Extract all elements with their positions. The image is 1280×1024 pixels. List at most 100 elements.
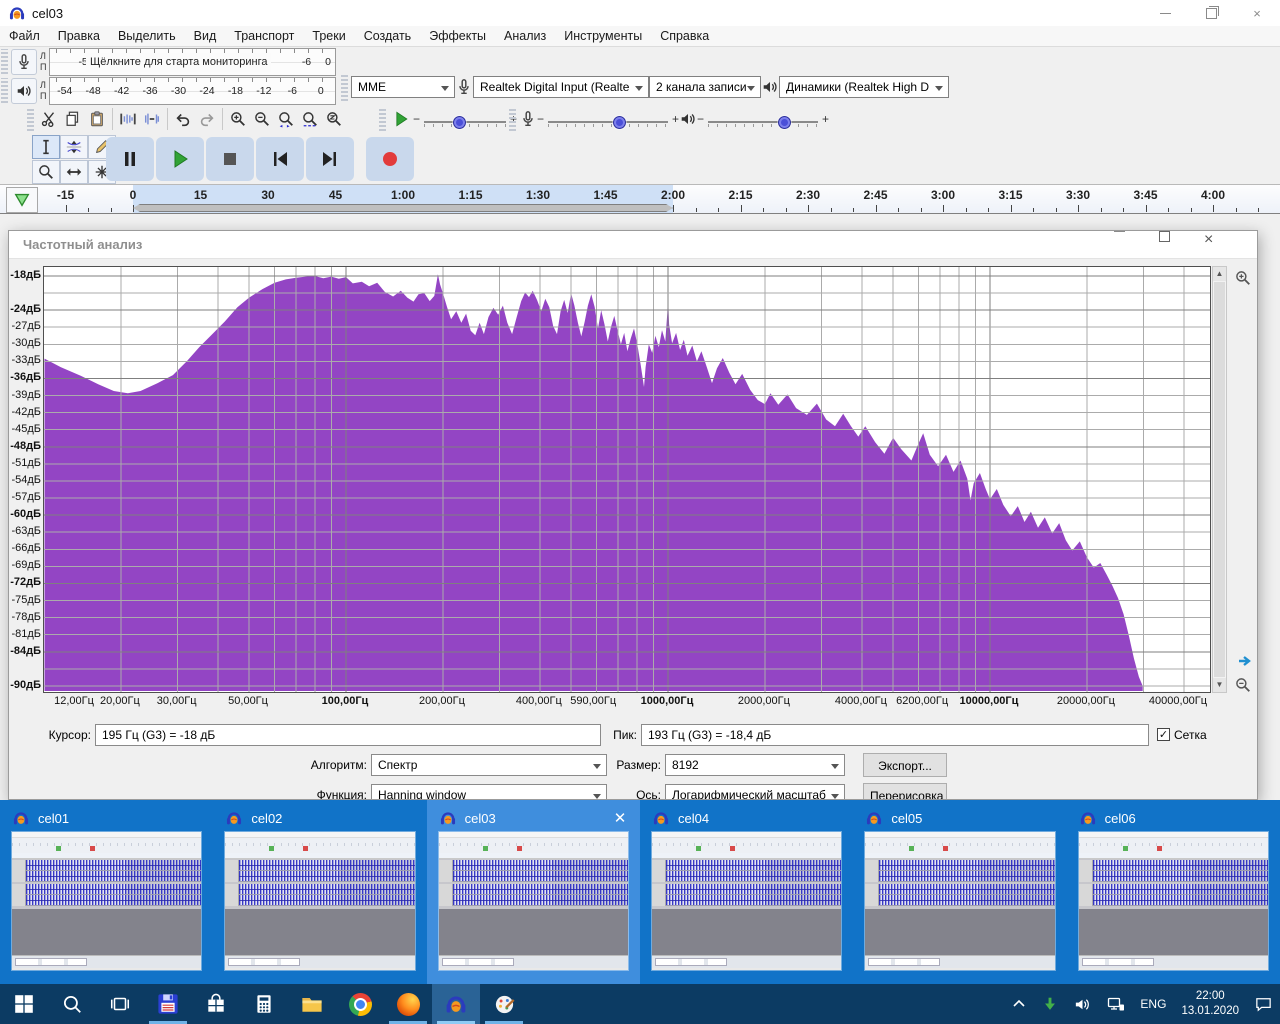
zoom-out-button[interactable] [250,107,274,131]
zoom-in-button[interactable] [226,107,250,131]
menu-item-справка[interactable]: Справка [651,27,718,45]
taskbar-audacity-button[interactable] [432,984,480,1024]
toolbar-grabber[interactable] [341,73,348,101]
time-shift-tool-button[interactable] [60,160,88,184]
recording-channels-select[interactable]: 2 канала записи [649,76,761,98]
window-preview-cel04[interactable]: cel04 [640,800,853,984]
replot-button[interactable]: Перерисовка [863,783,947,800]
selection-tool-button[interactable] [32,135,60,159]
window-preview-thumbnail[interactable] [225,832,414,970]
paste-button[interactable] [85,107,109,131]
close-button[interactable]: × [1234,0,1280,26]
magnifier-minus-icon[interactable] [1233,675,1253,695]
window-preview-thumbnail[interactable] [1079,832,1268,970]
taskbar-floppy-app-button[interactable] [144,984,192,1024]
menu-item-создать[interactable]: Создать [355,27,421,45]
taskbar-store-button[interactable] [192,984,240,1024]
scroll-up-icon[interactable]: ▲ [1213,267,1226,281]
magnifier-plus-icon[interactable] [1233,268,1253,288]
cursor-value-field[interactable]: 195 Гц (G3) = -18 дБ [95,724,601,746]
export-button[interactable]: Экспорт... [863,753,947,777]
copy-button[interactable] [61,107,85,131]
playback-volume-slider[interactable]: −+ [697,112,829,126]
stop-button[interactable] [206,137,254,181]
toolbar-grabber[interactable] [1,78,8,103]
window-preview-thumbnail[interactable] [865,832,1054,970]
restore-button[interactable] [1188,0,1234,26]
window-preview-cel05[interactable]: cel05 [853,800,1066,984]
menu-item-выделить[interactable]: Выделить [109,27,185,45]
slider-thumb[interactable] [453,116,466,129]
menu-item-правка[interactable]: Правка [49,27,109,45]
zoom-selection-button[interactable] [274,107,298,131]
timeline-ruler[interactable]: -1501530451:001:151:301:452:002:152:302:… [0,185,1280,214]
window-preview-thumbnail[interactable] [12,832,201,970]
scroll-down-icon[interactable]: ▼ [1213,678,1226,692]
pause-button[interactable] [106,137,154,181]
taskbar-explorer-button[interactable] [288,984,336,1024]
slider-thumb[interactable] [613,116,626,129]
language-indicator[interactable]: ENG [1133,984,1173,1024]
recording-meter[interactable]: -54Щёлкните для старта мониторинга-60 [49,48,336,76]
playback-device-select[interactable]: Динамики (Realtek High D [779,76,949,98]
play-speed-slider[interactable]: −+ [413,112,517,126]
zoom-tool-button[interactable] [32,160,60,184]
record-button[interactable] [366,137,414,181]
slider-thumb[interactable] [778,116,791,129]
toolbar-grabber[interactable] [509,107,516,131]
axis-select[interactable]: Логарифмический масштаб [665,784,845,800]
size-select[interactable]: 8192 [665,754,845,776]
toolbar-grabber[interactable] [379,107,386,131]
playback-meter-toolbar[interactable]: ЛП-54-48-42-36-30-24-18-12-60 [0,76,336,105]
menu-item-инструменты[interactable]: Инструменты [555,27,651,45]
taskbar-search-button[interactable] [48,984,96,1024]
scrollbar-thumb[interactable] [1214,282,1225,677]
window-preview-cel01[interactable]: cel01 [0,800,213,984]
preview-close-button[interactable]: ✕ [610,809,630,827]
maximize-button[interactable] [1159,231,1204,259]
window-preview-thumbnail[interactable] [439,832,628,970]
playback-meter[interactable]: -54-48-42-36-30-24-18-12-60 [49,77,336,105]
skip-to-end-button[interactable] [306,137,354,181]
zoom-toggle-button[interactable] [322,107,346,131]
quick-play-region[interactable] [133,204,673,212]
zoom-fit-button[interactable] [298,107,322,131]
grid-checkbox[interactable]: ✓ [1157,728,1170,741]
envelope-tool-button[interactable] [60,135,88,159]
close-button[interactable]: × [1204,231,1249,259]
recording-device-select[interactable]: Realtek Digital Input (Realte [473,76,649,98]
function-select[interactable]: Hanning window [371,784,607,800]
taskbar-task-view-button[interactable] [96,984,144,1024]
pinned-play-head-button[interactable] [6,187,38,213]
recording-meter-toolbar[interactable]: ЛП-54Щёлкните для старта мониторинга-60 [0,47,336,76]
audio-host-select[interactable]: MME [351,76,455,98]
redo-button[interactable] [195,107,219,131]
taskbar-calculator-button[interactable] [240,984,288,1024]
record-meter-button[interactable] [11,49,37,75]
menu-item-эффекты[interactable]: Эффекты [420,27,495,45]
menu-item-вид[interactable]: Вид [185,27,226,45]
tray-download-arrow-icon[interactable] [1034,984,1066,1024]
recording-volume-slider[interactable]: −+ [537,112,679,126]
taskbar-clock[interactable]: 22:00 13.01.2020 [1173,989,1247,1019]
silence-audio-button[interactable] [140,107,164,131]
tray-network-icon[interactable] [1099,984,1133,1024]
menu-item-анализ[interactable]: Анализ [495,27,555,45]
peak-value-field[interactable]: 193 Гц (G3) = -18,4 дБ [641,724,1149,746]
taskbar-chrome-button[interactable] [336,984,384,1024]
toolbar-grabber[interactable] [27,107,34,131]
window-preview-cel06[interactable]: cel06 [1067,800,1280,984]
undo-button[interactable] [171,107,195,131]
menu-item-транспорт[interactable]: Транспорт [225,27,303,45]
spectrum-plot[interactable] [43,266,1211,693]
arrow-right-blue-icon[interactable] [1235,651,1255,671]
trim-audio-button[interactable] [116,107,140,131]
skip-to-start-button[interactable] [256,137,304,181]
taskbar-paint-button[interactable] [480,984,528,1024]
tray-speaker-icon[interactable] [1066,984,1099,1024]
window-preview-thumbnail[interactable] [652,832,841,970]
play-button[interactable] [156,137,204,181]
cut-button[interactable] [37,107,61,131]
menu-item-файл[interactable]: Файл [0,27,49,45]
vertical-scrollbar[interactable]: ▲ ▼ [1212,266,1227,693]
